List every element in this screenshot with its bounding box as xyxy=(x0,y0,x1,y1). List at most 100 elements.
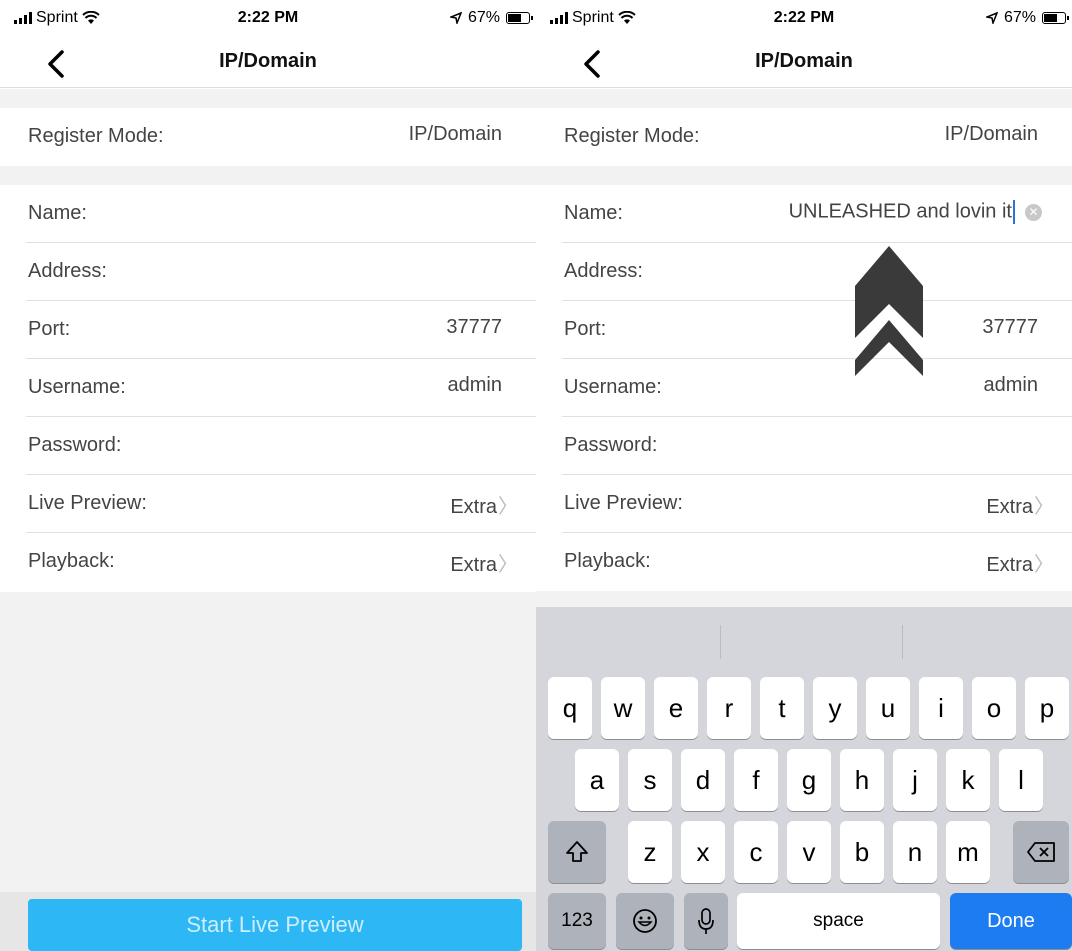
battery-percent: 67% xyxy=(1003,9,1036,26)
key-a[interactable]: a xyxy=(575,749,619,811)
chevron-right-icon: 〉 xyxy=(1034,554,1054,576)
name-row[interactable]: Name: xyxy=(0,185,536,243)
clear-text-icon[interactable]: ✕ xyxy=(1025,203,1042,221)
shift-icon xyxy=(566,841,588,862)
key-v[interactable]: v xyxy=(787,821,831,883)
key-t[interactable]: t xyxy=(760,677,804,739)
live-preview-stream: Extra xyxy=(450,496,497,518)
key-e[interactable]: e xyxy=(654,677,698,739)
address-row[interactable]: Address: xyxy=(0,243,536,301)
live-preview-value: Extra〉 xyxy=(986,490,1054,519)
key-l[interactable]: l xyxy=(999,749,1043,811)
username-field[interactable]: admin xyxy=(448,374,502,397)
name-label: Name: xyxy=(564,202,623,224)
password-row[interactable]: Password: xyxy=(0,417,536,475)
live-preview-row[interactable]: Live Preview: Extra〉 xyxy=(536,475,1072,533)
password-label: Password: xyxy=(28,434,122,456)
start-live-preview-button[interactable]: Start Live Preview xyxy=(28,899,522,951)
address-label: Address: xyxy=(28,260,107,282)
key-b[interactable]: b xyxy=(840,821,884,883)
suggestion-bar xyxy=(536,607,1072,675)
address-label: Address: xyxy=(564,260,643,282)
key-m[interactable]: m xyxy=(946,821,990,883)
register-mode-row[interactable]: Register Mode: IP/Domain xyxy=(0,108,536,166)
key-w[interactable]: w xyxy=(601,677,645,739)
space-key[interactable]: space xyxy=(737,893,940,949)
section-gap xyxy=(0,166,536,185)
backspace-key[interactable] xyxy=(1013,821,1069,883)
key-o[interactable]: o xyxy=(972,677,1016,739)
status-right: 67% xyxy=(985,9,1069,27)
address-row[interactable]: Address: xyxy=(536,243,1072,301)
name-row[interactable]: Name: UNLEASHED and lovin it ✕ xyxy=(536,185,1072,243)
key-i[interactable]: i xyxy=(919,677,963,739)
screen-right: Sprint 2:22 PM 67% IP/Domain Register Mo… xyxy=(536,0,1072,951)
emoji-key[interactable] xyxy=(616,893,674,949)
dictation-key[interactable] xyxy=(684,893,728,949)
done-key[interactable]: Done xyxy=(950,893,1072,949)
live-preview-stream: Extra xyxy=(986,496,1033,518)
page-title: IP/Domain xyxy=(219,50,317,72)
key-q[interactable]: q xyxy=(548,677,592,739)
numbers-key[interactable]: 123 xyxy=(548,893,606,949)
nav-bar: IP/Domain xyxy=(0,38,536,88)
status-bar: Sprint 2:22 PM 67% xyxy=(0,0,536,38)
battery-percent: 67% xyxy=(467,9,500,26)
register-mode-label: Register Mode: xyxy=(564,125,700,147)
page-title: IP/Domain xyxy=(755,50,853,72)
username-label: Username: xyxy=(28,376,126,398)
backspace-icon xyxy=(1027,842,1055,862)
playback-value: Extra〉 xyxy=(986,548,1054,577)
key-n[interactable]: n xyxy=(893,821,937,883)
key-h[interactable]: h xyxy=(840,749,884,811)
text-cursor xyxy=(1013,200,1015,224)
microphone-icon xyxy=(698,908,714,934)
key-u[interactable]: u xyxy=(866,677,910,739)
key-c[interactable]: c xyxy=(734,821,778,883)
key-g[interactable]: g xyxy=(787,749,831,811)
playback-label: Playback: xyxy=(28,550,115,572)
key-d[interactable]: d xyxy=(681,749,725,811)
keyboard: q w e r t y u i o p a s d f g h j k l z … xyxy=(536,607,1072,951)
register-mode-value: IP/Domain xyxy=(408,123,502,145)
key-k[interactable]: k xyxy=(946,749,990,811)
register-mode-value: IP/Domain xyxy=(944,123,1038,145)
cta-bar: Start Live Preview xyxy=(0,892,536,951)
key-f[interactable]: f xyxy=(734,749,778,811)
username-row[interactable]: Username: admin xyxy=(536,359,1072,417)
register-mode-row[interactable]: Register Mode: IP/Domain xyxy=(536,108,1072,166)
battery-icon xyxy=(1042,12,1069,24)
name-field-text: UNLEASHED and lovin it xyxy=(788,200,1012,223)
playback-row[interactable]: Playback: Extra〉 xyxy=(536,533,1072,591)
chevron-right-icon: 〉 xyxy=(1034,496,1054,518)
port-row[interactable]: Port: 37777 xyxy=(536,301,1072,359)
screen-left: Sprint 2:22 PM 67% IP/Domain Register Mo… xyxy=(0,0,536,951)
key-r[interactable]: r xyxy=(707,677,751,739)
live-preview-row[interactable]: Live Preview: Extra〉 xyxy=(0,475,536,533)
port-label: Port: xyxy=(564,318,607,340)
port-row[interactable]: Port: 37777 xyxy=(0,301,536,359)
section-gap xyxy=(536,89,1072,108)
section-gap xyxy=(536,591,1072,607)
key-y[interactable]: y xyxy=(813,677,857,739)
username-field[interactable]: admin xyxy=(984,374,1038,397)
section-gap xyxy=(0,89,536,108)
shift-key[interactable] xyxy=(548,821,606,883)
username-row[interactable]: Username: admin xyxy=(0,359,536,417)
register-mode-label: Register Mode: xyxy=(28,125,164,147)
password-row[interactable]: Password: xyxy=(536,417,1072,475)
key-x[interactable]: x xyxy=(681,821,725,883)
battery-icon xyxy=(506,12,533,24)
status-bar: Sprint 2:22 PM 67% xyxy=(536,0,1072,38)
port-field[interactable]: 37777 xyxy=(446,316,502,339)
key-s[interactable]: s xyxy=(628,749,672,811)
port-field[interactable]: 37777 xyxy=(982,316,1038,339)
double-arrow-up-icon xyxy=(855,246,923,376)
name-label: Name: xyxy=(28,202,87,224)
live-preview-label: Live Preview: xyxy=(28,492,147,514)
name-field[interactable]: UNLEASHED and lovin it ✕ xyxy=(789,200,1042,224)
key-p[interactable]: p xyxy=(1025,677,1069,739)
playback-row[interactable]: Playback: Extra〉 xyxy=(0,533,536,591)
key-j[interactable]: j xyxy=(893,749,937,811)
key-z[interactable]: z xyxy=(628,821,672,883)
